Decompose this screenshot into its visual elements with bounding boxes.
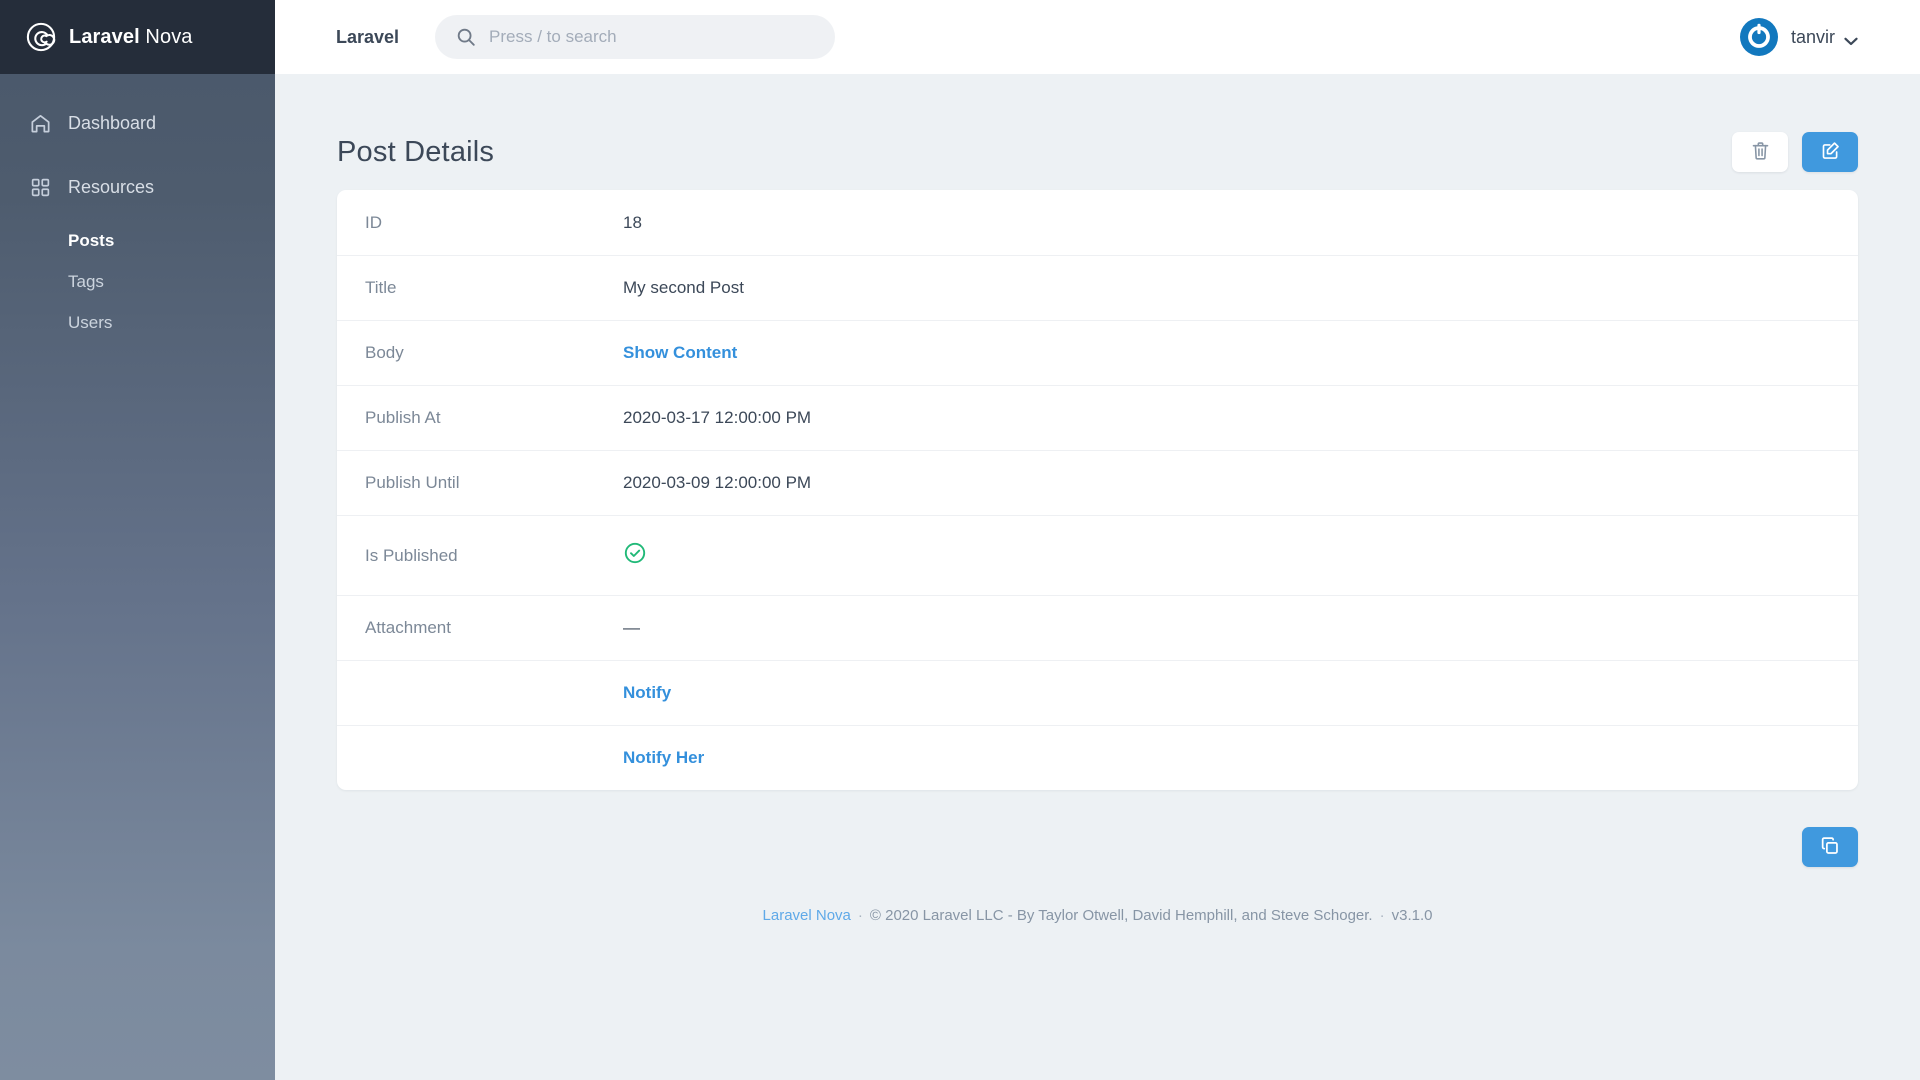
detail-row-label: Publish At: [365, 408, 441, 427]
detail-row-value: My second Post: [623, 278, 744, 297]
footer-separator: ·: [1379, 907, 1385, 924]
search-input[interactable]: [489, 27, 816, 47]
topbar: Laravel Press / to search tanvir: [275, 0, 1920, 74]
user-name-label: tanvir: [1790, 26, 1835, 47]
sidebar-item-users-label: Users: [68, 313, 113, 332]
sidebar-item-tags-label: Tags: [68, 272, 104, 291]
sidebar-item-posts[interactable]: Posts: [0, 224, 275, 258]
footer-version: v3.1.0: [1391, 907, 1433, 924]
sidebar-nav: Dashboard Resources Posts Tags Users: [0, 74, 275, 340]
detail-row-label: Title: [365, 278, 397, 297]
nova-spiral-logo-icon: [26, 22, 56, 52]
grid-squares-icon: [28, 175, 52, 199]
detail-row-value: 2020-03-17 12:00:00 PM: [623, 408, 812, 427]
detail-card: ID 18 Title My second Post Body Show Con…: [337, 190, 1858, 790]
page-header: Post Details: [337, 74, 1858, 190]
sidebar: Laravel Nova Dashboard Resources Posts T…: [0, 0, 275, 1080]
edit-button[interactable]: [1802, 132, 1858, 172]
detail-row-notify: Notify: [337, 660, 1858, 725]
breadcrumb-brand[interactable]: Laravel: [336, 27, 399, 48]
show-content-link[interactable]: Show Content: [623, 343, 737, 363]
detail-row-label: Publish Until: [365, 473, 460, 492]
detail-row-is-published: Is Published: [337, 515, 1858, 595]
detail-row-value: 18: [623, 212, 642, 232]
status-badge: [623, 541, 647, 570]
detail-row-label: Is Published: [365, 545, 458, 565]
user-menu[interactable]: tanvir: [1739, 18, 1858, 56]
sidebar-item-users[interactable]: Users: [0, 306, 275, 340]
check-circle-icon: [623, 542, 647, 569]
sidebar-resource-list: Posts Tags Users: [0, 224, 275, 340]
trash-icon: [1750, 140, 1771, 164]
main-area: Laravel Press / to search tanvir Post De…: [275, 0, 1920, 1080]
detail-row-label: ID: [365, 212, 382, 232]
footer-separator: ·: [857, 907, 863, 924]
sidebar-logo[interactable]: Laravel Nova: [0, 0, 275, 74]
page-title: Post Details: [337, 135, 495, 168]
sidebar-item-dashboard-label: Dashboard: [68, 112, 157, 133]
avatar: [1739, 18, 1778, 56]
search-icon: [455, 26, 477, 48]
detail-row-id: ID 18: [337, 190, 1858, 255]
sidebar-item-resources-label: Resources: [68, 176, 155, 197]
detail-row-body: Body Show Content: [337, 320, 1858, 385]
home-icon: [28, 111, 52, 135]
page-actions: [1732, 132, 1858, 172]
footer-nova-link[interactable]: Laravel Nova: [763, 907, 851, 924]
delete-button[interactable]: [1732, 132, 1788, 172]
detail-row-title: Title My second Post: [337, 255, 1858, 320]
detail-row-value: 2020-03-09 12:00:00 PM: [623, 473, 812, 492]
detail-row-publish-at: Publish At 2020-03-17 12:00:00 PM: [337, 385, 1858, 450]
detail-row-attachment: Attachment —: [337, 595, 1858, 660]
footer: Laravel Nova · © 2020 Laravel LLC - By Tay…: [337, 867, 1858, 924]
footer-copyright: © 2020 Laravel LLC - By Taylor Otwell, D…: [869, 907, 1373, 924]
logo-bold-text: Laravel: [69, 25, 140, 48]
logo-light-text: Nova: [145, 25, 193, 48]
sidebar-item-posts-label: Posts: [68, 231, 115, 250]
chevron-down-icon: [1844, 33, 1858, 45]
floating-action-area: [337, 790, 1858, 867]
duplicate-copy-icon: [1819, 835, 1841, 860]
app-root: Laravel Nova Dashboard Resources Posts T…: [0, 0, 1920, 1080]
detail-row-label: Body: [365, 343, 404, 362]
detail-row-label: Attachment: [365, 618, 451, 637]
detail-row-publish-until: Publish Until 2020-03-09 12:00:00 PM: [337, 450, 1858, 515]
search-box[interactable]: [435, 15, 836, 59]
sidebar-item-dashboard[interactable]: Dashboard: [0, 102, 275, 144]
content-area: Post Details ID 18 Title My second Post …: [275, 74, 1920, 1080]
detail-row-notify-her: Notify Her: [337, 725, 1858, 790]
sidebar-item-tags[interactable]: Tags: [0, 265, 275, 299]
notify-link[interactable]: Notify: [623, 683, 671, 703]
pencil-square-icon: [1820, 140, 1841, 164]
duplicate-button[interactable]: [1802, 827, 1858, 867]
sidebar-item-resources[interactable]: Resources: [0, 166, 275, 208]
detail-row-value: —: [623, 618, 640, 637]
notify-her-link[interactable]: Notify Her: [623, 748, 704, 768]
